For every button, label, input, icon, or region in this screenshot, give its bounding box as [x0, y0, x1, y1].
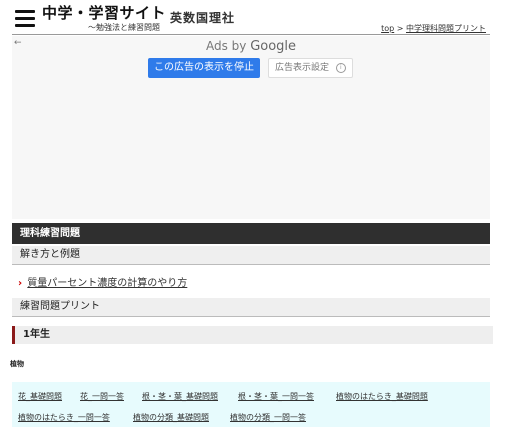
concentration-calc-link[interactable]: 質量パーセント濃度の計算のやり方 — [27, 278, 187, 289]
section-prints: 練習問題プリント — [12, 298, 490, 317]
header-divider — [12, 34, 490, 35]
chevron-right-icon: › — [18, 278, 23, 289]
ads-by-google: Ads by Google — [12, 39, 490, 54]
section-how-to-label: 解き方と例題 — [20, 249, 80, 260]
site-subtitle: ～勉強法と練習問題 — [88, 23, 160, 32]
category-label: 植物 — [10, 360, 24, 368]
practice-links-box: 花_基礎問題 花_一問一答 根・茎・葉_基礎問題 根・茎・葉_一問一答 植物のは… — [12, 382, 490, 427]
section-heading-science: 理科練習問題 — [12, 223, 490, 244]
practice-link[interactable]: 植物のはたらき_基礎問題 — [336, 391, 428, 402]
breadcrumb-separator: > — [396, 24, 404, 33]
practice-link[interactable]: 植物のはたらき_一問一答 — [18, 412, 110, 423]
grade-label: 1年生 — [23, 329, 50, 340]
practice-link[interactable]: 植物の分類_一問一答 — [230, 412, 306, 423]
practice-link[interactable]: 花_基礎問題 — [18, 391, 62, 402]
practice-link[interactable]: 植物の分類_基礎問題 — [133, 412, 209, 423]
breadcrumb-home-link[interactable]: top — [381, 24, 394, 33]
stop-ad-button[interactable]: この広告の表示を停止 — [148, 58, 260, 78]
menu-icon[interactable] — [15, 10, 35, 31]
how-to-link-row: › 質量パーセント濃度の計算のやり方 — [18, 274, 187, 289]
breadcrumb-current-link[interactable]: 中学理科問題プリント — [406, 24, 486, 33]
site-title[interactable]: 中学・学習サイト — [42, 2, 166, 23]
practice-link[interactable]: 根・茎・葉_一問一答 — [238, 391, 314, 402]
google-logo: Google — [250, 39, 297, 54]
ads-by-label: Ads by — [205, 39, 247, 53]
section-prints-label: 練習問題プリント — [20, 301, 100, 312]
practice-link[interactable]: 花_一問一答 — [80, 391, 124, 402]
ad-settings-label: 広告表示設定 — [275, 63, 330, 73]
grade-heading: 1年生 — [12, 326, 493, 344]
practice-link[interactable]: 根・茎・葉_基礎問題 — [142, 391, 218, 402]
info-icon: i — [335, 62, 346, 73]
subjects-label: 英数国理社 — [170, 11, 236, 25]
section-heading-label: 理科練習問題 — [20, 228, 80, 239]
breadcrumb: top > 中学理科問題プリント — [381, 23, 486, 34]
ad-settings-button[interactable]: 広告表示設定 i — [268, 58, 353, 78]
ad-area: ← Ads by Google この広告の表示を停止 広告表示設定 i — [12, 36, 490, 219]
section-how-to: 解き方と例題 — [12, 246, 490, 265]
